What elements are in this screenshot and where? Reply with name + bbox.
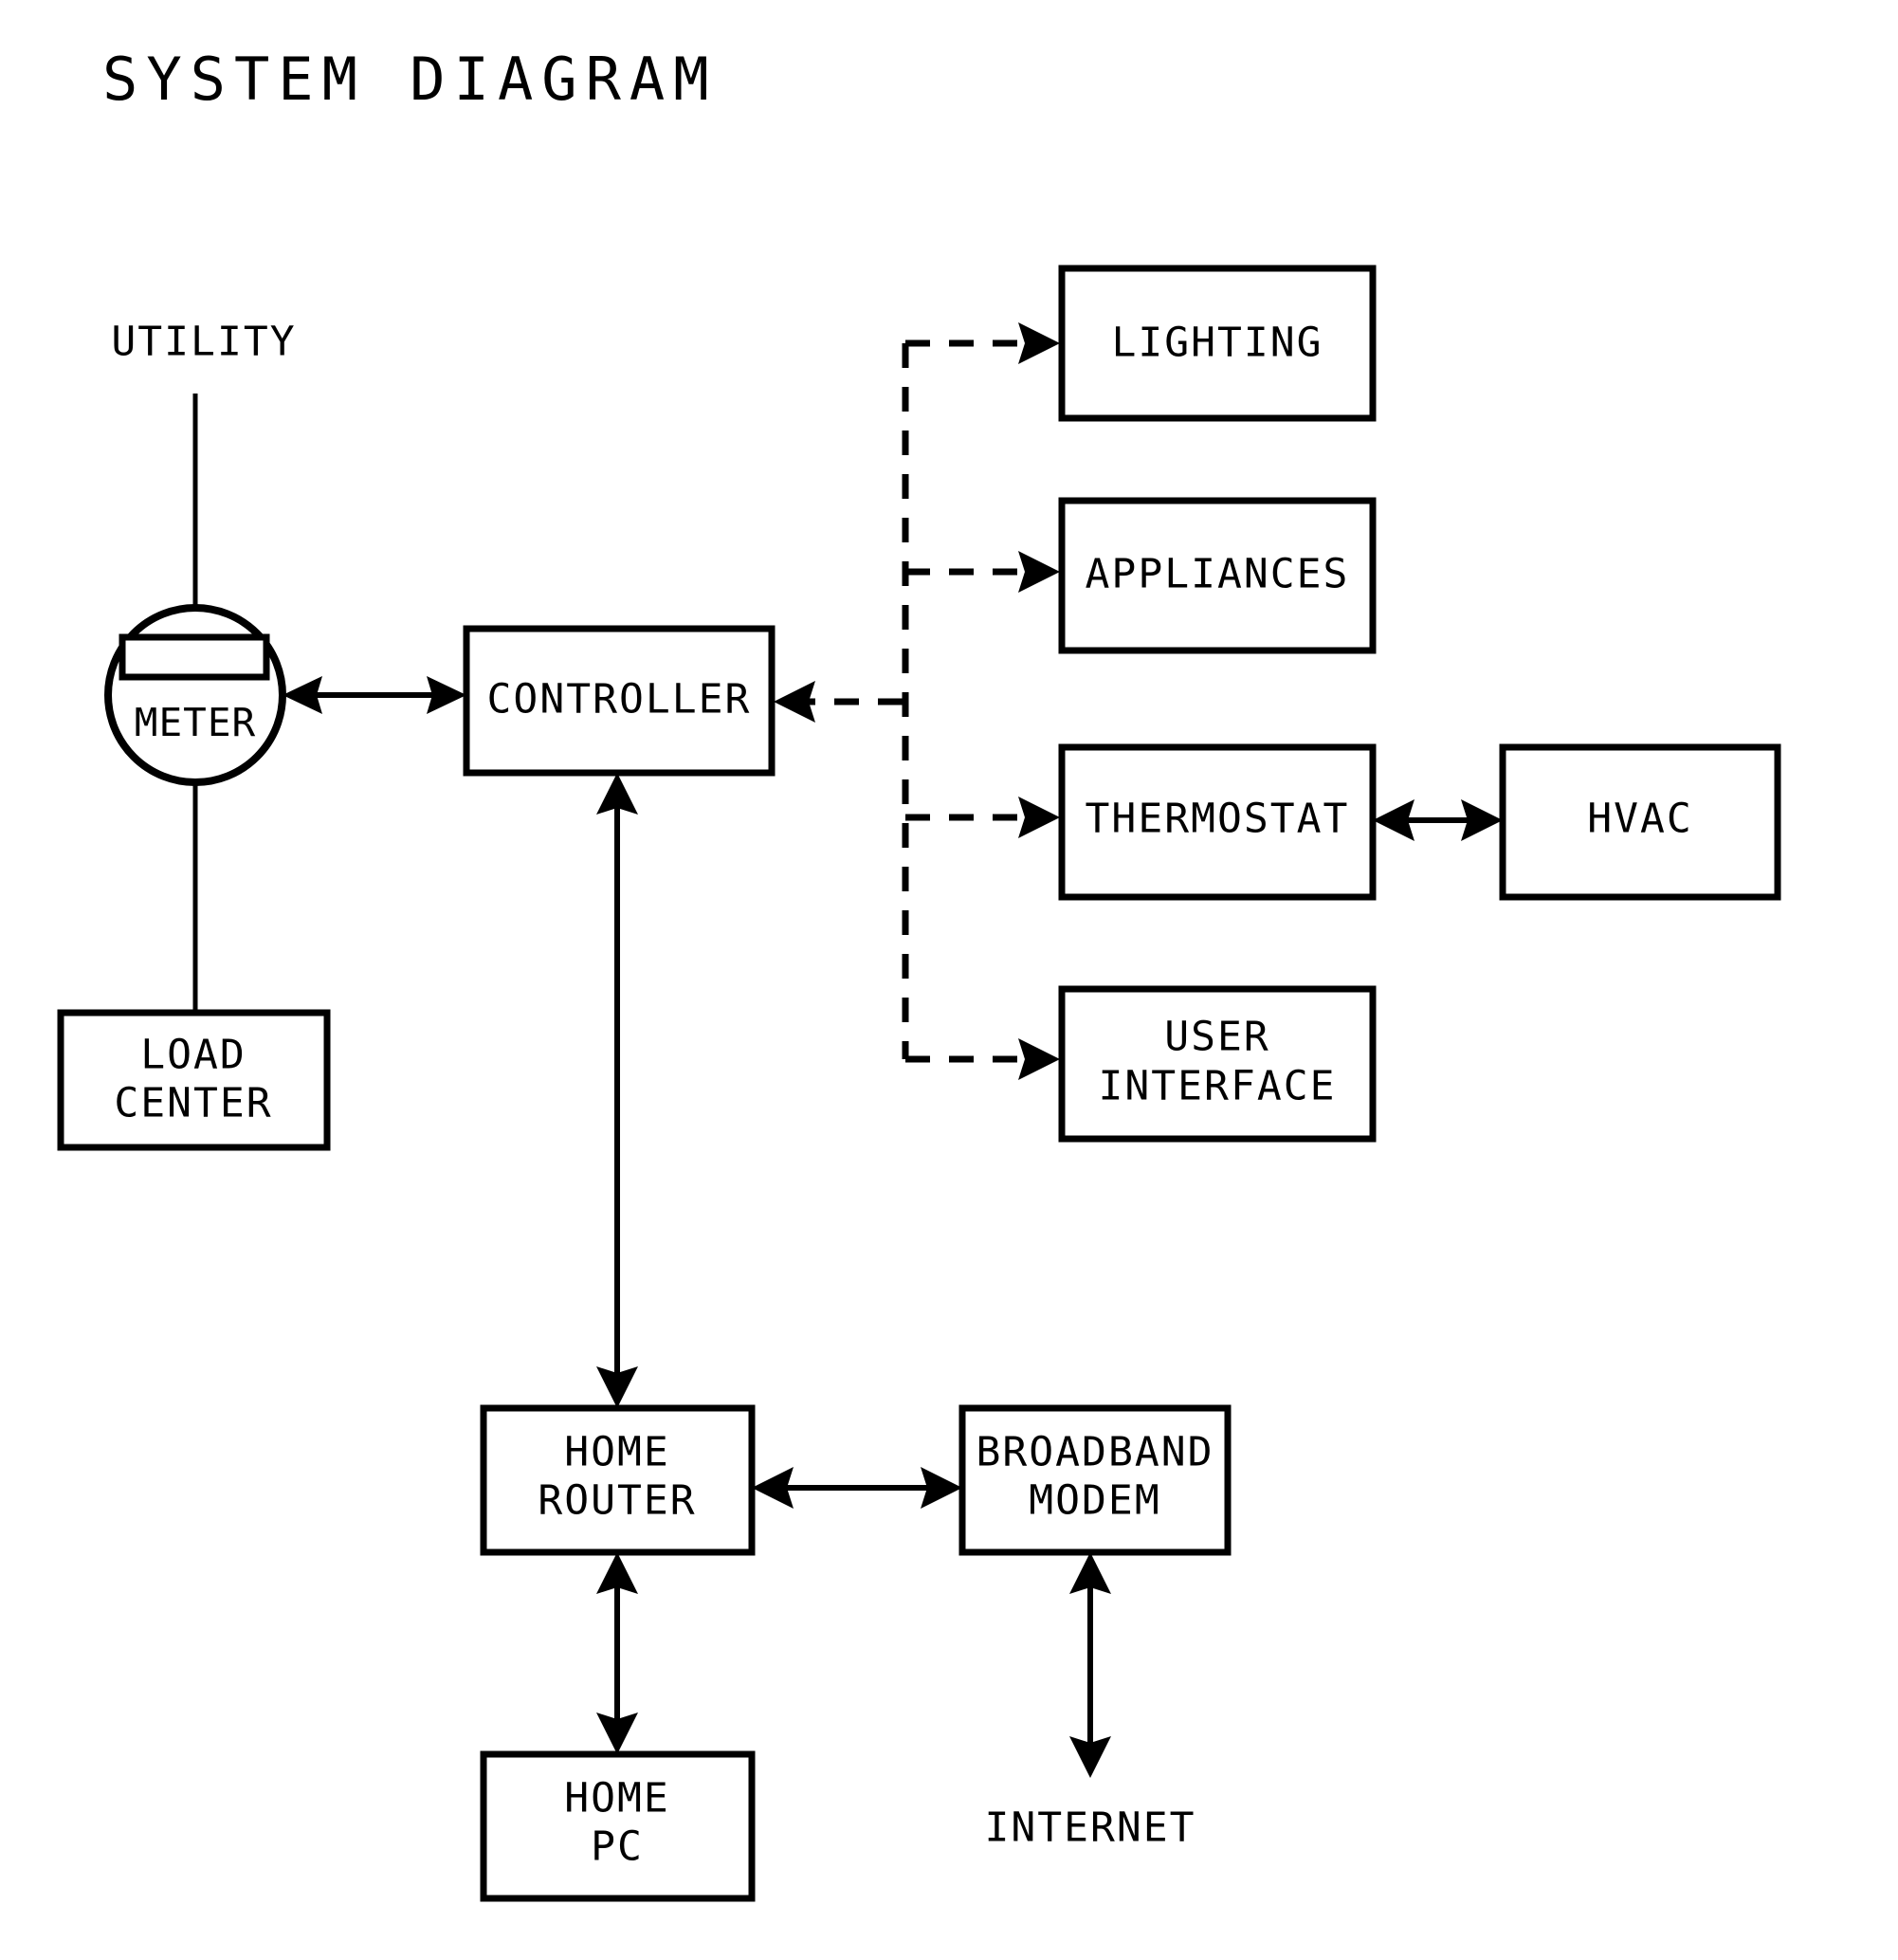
load-center-label-line1: LOAD [140,1032,246,1079]
system-diagram-canvas: SYSTEM DIAGRAM UTILITY METER LOAD CENTER… [0,0,1898,1960]
home-pc-label-line1: HOME [564,1775,670,1823]
broadband-modem-label-line2: MODEM [1029,1477,1160,1525]
arrow-head-to-meter [283,676,322,714]
home-router-label-line2: ROUTER [538,1477,696,1525]
home-pc-label-line2: PC [591,1823,644,1871]
arrow-head-to-appliances [1018,551,1060,593]
arrow-head-to-controller-left [427,676,466,714]
arrow-head-to-lighting [1018,322,1060,364]
appliances-label: APPLIANCES [1086,551,1350,598]
user-interface-label-line1: USER [1164,1014,1270,1061]
load-center-label-line2: CENTER [114,1080,272,1127]
lighting-label: LIGHTING [1111,320,1323,367]
arrow-head-to-thermostat [1018,797,1060,838]
page-title: SYSTEM DIAGRAM [102,45,718,114]
meter-label: METER [135,700,256,745]
diagram-svg: SYSTEM DIAGRAM UTILITY METER LOAD CENTER… [57,45,1781,1902]
thermostat-label: THERMOSTAT [1086,796,1350,843]
broadband-modem-label-line1: BROADBAND [976,1429,1214,1476]
home-router-label-line1: HOME [564,1429,670,1476]
controller-label: CONTROLLER [487,676,752,724]
user-interface-label-line2: INTERFACE [1099,1063,1337,1110]
internet-label: INTERNET [984,1804,1195,1852]
hvac-label: HVAC [1587,796,1693,843]
arrow-head-to-user-interface [1018,1038,1060,1080]
meter-display-rect [119,633,270,681]
utility-label: UTILITY [111,319,296,366]
